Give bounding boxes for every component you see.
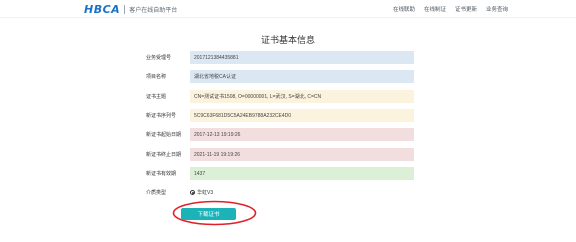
logo-mark: HBCA xyxy=(84,2,121,16)
logo[interactable]: HBCA 客户在线自助平台 xyxy=(84,2,178,16)
field-value: 5C9C63F681D5C5A24EB9788A232CE4D0 xyxy=(190,109,414,122)
field-label: 业务受理号 xyxy=(146,55,172,61)
top-bar: HBCA 客户在线自助平台 在线联助 在线制证 证书更新 业务查询 xyxy=(0,0,576,18)
field-label: 新证书终止日期 xyxy=(146,152,182,158)
nav-item-business-query[interactable]: 业务查询 xyxy=(486,5,508,13)
field-row-cert-subject: 证书主题 CN=测试证书1508, O=00000001, L=武汉, S=湖北… xyxy=(146,90,414,103)
field-row-end-date: 新证书终止日期 2021-11-19 19:19:26 xyxy=(146,148,414,161)
field-row-start-date: 新证书起始日期 2017-12-13 19:19:26 xyxy=(146,128,414,141)
field-label: 新证书有效期 xyxy=(146,171,177,177)
nav-item-online-cert[interactable]: 在线制证 xyxy=(424,5,446,13)
field-row-validity-days: 新证书有效期 1437 xyxy=(146,167,414,180)
field-label: 新证书起始日期 xyxy=(146,132,182,138)
radio-selected-icon[interactable] xyxy=(190,190,195,195)
field-value: 2021-11-19 19:19:26 xyxy=(190,148,414,161)
field-label: 证书主题 xyxy=(146,94,167,100)
page-title: 证书基本信息 xyxy=(260,35,315,45)
field-value: 2017-12-13 19:19:26 xyxy=(190,128,414,141)
field-label: 介质类型 xyxy=(146,190,167,196)
logo-divider xyxy=(124,4,126,14)
media-type-option[interactable]: 华虹V3 xyxy=(190,189,213,196)
field-row-serial-number: 新证书序列号 5C9C63F681D5C5A24EB9788A232CE4D0 xyxy=(146,109,414,122)
field-row-business-number: 业务受理号 2017121384435881 xyxy=(146,51,414,64)
field-value: 2017121384435881 xyxy=(190,51,414,64)
field-row-project-name: 项目名称 湖北省地税CA认证 xyxy=(146,70,414,83)
download-cert-button[interactable]: 下载证书 xyxy=(181,208,236,220)
field-value: 湖北省地税CA认证 xyxy=(190,70,414,83)
field-value: CN=测试证书1508, O=00000001, L=武汉, S=湖北, C=C… xyxy=(190,90,414,103)
nav-item-online-help[interactable]: 在线联助 xyxy=(393,5,415,13)
nav-item-cert-update[interactable]: 证书更新 xyxy=(455,5,477,13)
field-row-media-type: 介质类型 华虹V3 xyxy=(146,186,213,199)
top-nav: 在线联助 在线制证 证书更新 业务查询 xyxy=(393,5,508,13)
field-label: 项目名称 xyxy=(146,74,167,80)
field-value: 1437 xyxy=(190,167,414,180)
media-type-option-label: 华虹V3 xyxy=(197,190,214,196)
logo-subtitle: 客户在线自助平台 xyxy=(129,7,178,14)
field-label: 新证书序列号 xyxy=(146,113,177,119)
